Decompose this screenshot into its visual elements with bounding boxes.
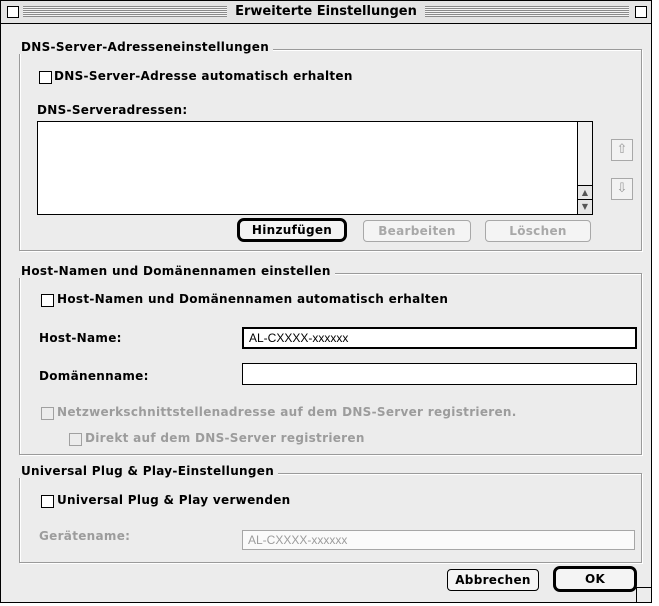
dns-group-title: DNS-Server-Adresseneinstellungen (19, 40, 274, 54)
cancel-button[interactable]: Abbrechen (447, 569, 539, 591)
upnp-group-title: Universal Plug & Play-Einstellungen (19, 464, 279, 478)
scroll-up-arrow-icon[interactable]: ▲ (578, 185, 592, 200)
host-auto-checkbox[interactable] (41, 294, 54, 307)
direct-register-checkbox-label[interactable]: Direkt auf dem DNS-Server registrieren (85, 431, 365, 445)
register-dns-checkbox-label[interactable]: Netzwerkschnittstellenadresse auf dem DN… (57, 405, 517, 419)
direct-register-checkbox[interactable] (69, 433, 82, 446)
add-button[interactable]: Hinzufügen (237, 218, 347, 242)
move-up-button[interactable]: ⇧ (611, 139, 633, 161)
upnp-checkbox-label[interactable]: Universal Plug & Play verwenden (57, 493, 291, 507)
dns-list-label: DNS-Serveradressen: (37, 103, 188, 117)
dns-list-scrollbar[interactable]: ▲ ▼ (577, 122, 592, 214)
resize-handle-icon[interactable] (636, 587, 651, 602)
host-name-label: Host-Name: (39, 331, 122, 345)
device-name-label: Gerätename: (39, 529, 131, 543)
window-title: Erweiterte Einstellungen (227, 4, 425, 19)
zoom-box-icon[interactable] (635, 6, 647, 18)
upnp-checkbox[interactable] (41, 495, 54, 508)
device-name-field[interactable] (242, 530, 635, 550)
title-bar[interactable]: Erweiterte Einstellungen (1, 1, 651, 24)
move-down-button[interactable]: ⇩ (611, 178, 633, 200)
host-name-field[interactable] (242, 327, 637, 349)
host-group-title: Host-Namen und Domänennamen einstellen (19, 264, 335, 278)
register-dns-checkbox[interactable] (41, 407, 54, 420)
domain-name-field[interactable] (242, 363, 637, 385)
arrow-down-icon: ⇩ (616, 181, 628, 196)
delete-button[interactable]: Löschen (485, 220, 591, 242)
domain-name-label: Domänenname: (39, 369, 149, 383)
dns-auto-checkbox-label[interactable]: DNS-Server-Adresse automatisch erhalten (54, 69, 353, 83)
host-auto-checkbox-label[interactable]: Host-Namen und Domänennamen automatisch … (57, 292, 448, 306)
dns-auto-checkbox[interactable] (39, 71, 52, 84)
arrow-up-icon: ⇧ (616, 142, 628, 157)
advanced-settings-window: Erweiterte Einstellungen DNS-Server-Adre… (0, 0, 652, 603)
dns-server-list[interactable]: ▲ ▼ (37, 121, 593, 215)
edit-button[interactable]: Bearbeiten (363, 220, 471, 242)
ok-button[interactable]: OK (553, 566, 637, 592)
scroll-down-arrow-icon[interactable]: ▼ (578, 199, 592, 214)
